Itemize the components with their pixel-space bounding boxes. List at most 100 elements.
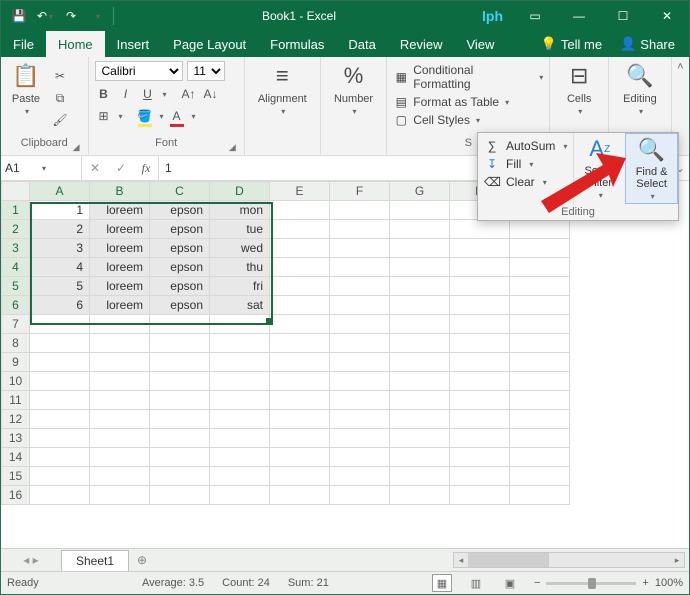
- cell[interactable]: tue: [210, 220, 270, 239]
- cell[interactable]: [450, 467, 510, 486]
- cell[interactable]: [150, 448, 210, 467]
- cell[interactable]: [210, 467, 270, 486]
- row-header[interactable]: 13: [2, 429, 30, 448]
- column-header[interactable]: E: [270, 182, 330, 201]
- cell[interactable]: [510, 467, 570, 486]
- shrink-font-button[interactable]: A↓: [202, 85, 220, 103]
- insert-function[interactable]: fx: [134, 161, 158, 176]
- zoom-slider[interactable]: [546, 582, 636, 585]
- bold-button[interactable]: B: [95, 85, 113, 103]
- view-page-layout[interactable]: ▥: [466, 574, 486, 592]
- row-header[interactable]: 11: [2, 391, 30, 410]
- cell[interactable]: [510, 391, 570, 410]
- cell[interactable]: [90, 410, 150, 429]
- tab-page-layout[interactable]: Page Layout: [161, 31, 258, 57]
- cell[interactable]: epson: [150, 239, 210, 258]
- zoom-out[interactable]: −: [534, 577, 540, 589]
- cell[interactable]: 6: [30, 296, 90, 315]
- cell[interactable]: [450, 353, 510, 372]
- cell[interactable]: 2: [30, 220, 90, 239]
- column-header[interactable]: G: [390, 182, 450, 201]
- cell[interactable]: loreem: [90, 277, 150, 296]
- font-size[interactable]: 11: [187, 61, 225, 81]
- row-header[interactable]: 7: [2, 315, 30, 334]
- cell[interactable]: [450, 410, 510, 429]
- copy-button[interactable]: ⧉: [51, 89, 69, 107]
- cell[interactable]: [330, 201, 390, 220]
- editing-button[interactable]: 🔍 Editing ▾: [621, 61, 659, 135]
- cell[interactable]: [150, 467, 210, 486]
- autosum-button[interactable]: ∑AutoSum ▾: [484, 137, 567, 155]
- tab-review[interactable]: Review: [388, 31, 455, 57]
- row-header[interactable]: 12: [2, 410, 30, 429]
- cell[interactable]: [150, 315, 210, 334]
- cell[interactable]: [390, 239, 450, 258]
- cell[interactable]: [450, 391, 510, 410]
- minimize-button[interactable]: —: [557, 1, 601, 31]
- cell[interactable]: [330, 391, 390, 410]
- cell[interactable]: [30, 486, 90, 505]
- cell[interactable]: [210, 410, 270, 429]
- tab-file[interactable]: File: [1, 31, 46, 57]
- cell[interactable]: [330, 448, 390, 467]
- redo-button[interactable]: ↷: [59, 4, 83, 28]
- font-name[interactable]: Calibri: [95, 61, 183, 81]
- view-page-break[interactable]: ▣: [500, 574, 520, 592]
- cell[interactable]: [270, 277, 330, 296]
- cell[interactable]: [90, 315, 150, 334]
- cell[interactable]: [210, 353, 270, 372]
- cell[interactable]: [510, 239, 570, 258]
- select-all-corner[interactable]: [2, 182, 30, 201]
- cell[interactable]: [30, 315, 90, 334]
- cell[interactable]: 3: [30, 239, 90, 258]
- row-header[interactable]: 14: [2, 448, 30, 467]
- view-normal[interactable]: ▦: [432, 574, 452, 592]
- share-button[interactable]: 👤 Share: [612, 31, 683, 57]
- cell[interactable]: [270, 296, 330, 315]
- cell[interactable]: [390, 277, 450, 296]
- cell[interactable]: [390, 334, 450, 353]
- cell[interactable]: [30, 391, 90, 410]
- cell[interactable]: epson: [150, 201, 210, 220]
- italic-button[interactable]: I: [117, 85, 135, 103]
- cell[interactable]: loreem: [90, 220, 150, 239]
- cell-styles-button[interactable]: ▢Cell Styles ▾: [393, 111, 543, 129]
- tell-me[interactable]: 💡 Tell me: [533, 31, 610, 57]
- cell[interactable]: [150, 391, 210, 410]
- cell[interactable]: [270, 258, 330, 277]
- cell[interactable]: [450, 258, 510, 277]
- cell[interactable]: mon: [210, 201, 270, 220]
- cell[interactable]: loreem: [90, 296, 150, 315]
- cell[interactable]: loreem: [90, 258, 150, 277]
- cell[interactable]: [270, 467, 330, 486]
- cell[interactable]: [210, 486, 270, 505]
- cell[interactable]: [270, 239, 330, 258]
- zoom-in[interactable]: +: [642, 577, 648, 589]
- cell[interactable]: [150, 486, 210, 505]
- cell[interactable]: [90, 372, 150, 391]
- cell[interactable]: [510, 410, 570, 429]
- cell[interactable]: [390, 201, 450, 220]
- worksheet-grid[interactable]: ABCDEFGHI11loreemepsonmon22loreemepsontu…: [1, 181, 689, 548]
- cell[interactable]: [270, 429, 330, 448]
- enter-formula[interactable]: ✓: [108, 156, 134, 180]
- cut-button[interactable]: ✂: [51, 67, 69, 85]
- cell[interactable]: [330, 277, 390, 296]
- cell[interactable]: [210, 372, 270, 391]
- cell[interactable]: [330, 315, 390, 334]
- cell[interactable]: [510, 353, 570, 372]
- cell[interactable]: [210, 391, 270, 410]
- cell[interactable]: [390, 258, 450, 277]
- cell[interactable]: [30, 334, 90, 353]
- cell[interactable]: [30, 372, 90, 391]
- cell[interactable]: [450, 296, 510, 315]
- cell[interactable]: [450, 220, 510, 239]
- cell[interactable]: [30, 410, 90, 429]
- cell[interactable]: [330, 239, 390, 258]
- tab-formulas[interactable]: Formulas: [258, 31, 336, 57]
- row-header[interactable]: 3: [2, 239, 30, 258]
- cell[interactable]: [450, 429, 510, 448]
- row-header[interactable]: 2: [2, 220, 30, 239]
- cell[interactable]: [390, 220, 450, 239]
- tab-view[interactable]: View: [454, 31, 506, 57]
